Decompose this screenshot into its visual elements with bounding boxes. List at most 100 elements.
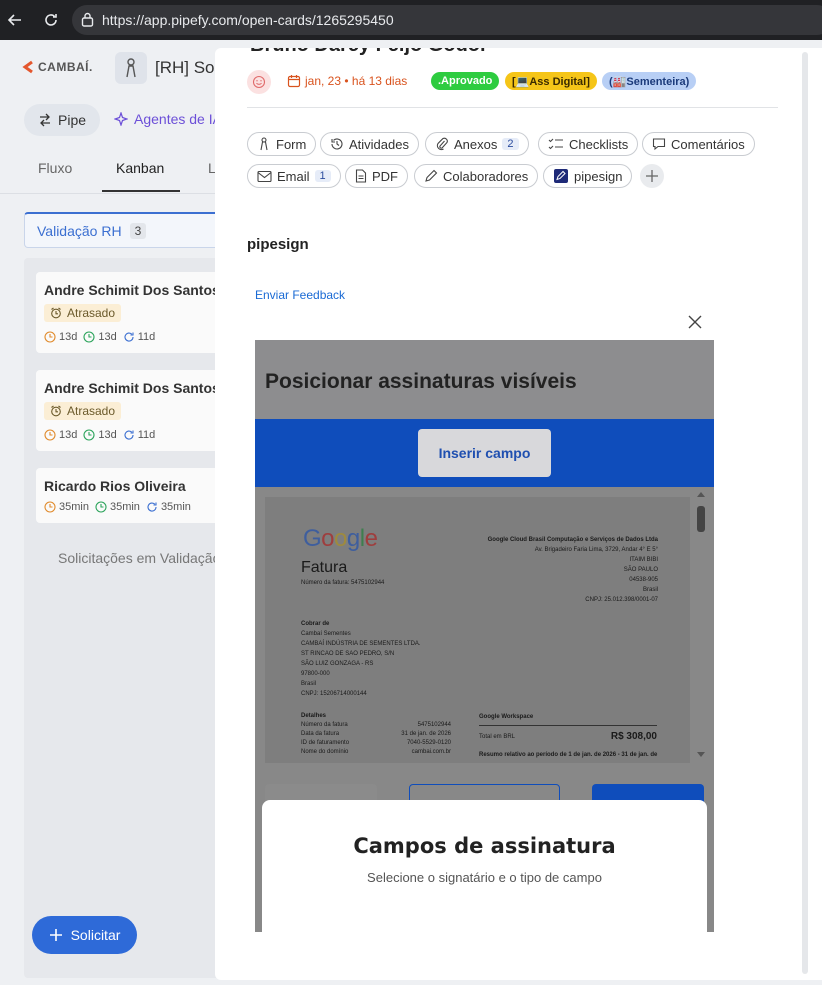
label-aprovado[interactable]: .Aprovado — [431, 72, 500, 90]
bill-line: Cambaí Sementes — [301, 631, 351, 637]
refresh-clock-icon — [147, 502, 157, 512]
due-date[interactable]: jan, 23 • há 13 dias — [287, 74, 407, 88]
bill-line: Brasil — [301, 681, 317, 687]
label-sementeira[interactable]: (🏭Sementeira) — [602, 72, 697, 90]
tab-pipesign-label: pipesign — [574, 168, 623, 184]
address-line: 04538-905 — [629, 577, 658, 583]
detail-value: 5475102944 — [417, 722, 451, 728]
tab-atividades[interactable]: Atividades — [320, 132, 419, 156]
tab-email[interactable]: Email 1 — [247, 164, 341, 188]
back-arrow-icon[interactable] — [6, 11, 24, 29]
solicitar-label: Solicitar — [70, 927, 121, 943]
bill-line: ST RINCAO DE SAO PEDRO, S/N — [301, 651, 395, 657]
plus-icon — [646, 170, 658, 182]
smiley-icon[interactable] — [247, 70, 271, 94]
time-updated: 11d — [137, 331, 156, 343]
checklist-icon — [548, 138, 563, 150]
pipe-chip-button[interactable]: Pipe — [24, 104, 101, 136]
section-title: pipesign — [247, 236, 309, 253]
total-amount: R$ 308,00 — [610, 731, 657, 742]
pipesign-frame: Posicionar assinaturas visíveis Inserir … — [255, 340, 714, 932]
reload-icon[interactable] — [42, 11, 60, 29]
time-in-pipe: 13d — [98, 429, 117, 441]
ai-agents-button[interactable]: Agentes de IA — [114, 111, 222, 127]
address-line: SÃO PAULO — [623, 567, 658, 573]
detail-key: ID de faturamento — [301, 740, 350, 746]
tab-checklists[interactable]: Checklists — [538, 132, 639, 156]
card-name: Ricardo Rios Oliveira — [44, 478, 186, 494]
card-title: Bruno Darcy Feijó Godoi — [250, 48, 486, 57]
doc-title: Fatura — [301, 559, 348, 576]
clock-icon — [44, 501, 56, 513]
tab-comentarios-label: Comentários — [671, 136, 745, 152]
lock-icon — [81, 12, 94, 30]
time-in-pipe: 35min — [109, 501, 140, 513]
company-cnpj: CNPJ: 25.012.398/0001-07 — [585, 597, 658, 603]
detail-key: Nome do domínio — [301, 749, 349, 755]
late-text: Atrasado — [67, 306, 116, 320]
tab-pdf-label: PDF — [372, 168, 398, 184]
history-icon — [331, 138, 343, 150]
signature-fields-sheet: Campos de assinatura Selecione o signatá… — [262, 800, 707, 932]
company-block: Google Cloud Brasil Computação e Serviço… — [458, 535, 658, 605]
tab-kanban[interactable]: Kanban — [116, 160, 164, 176]
time-updated: 35min — [160, 501, 191, 513]
card-times: 35min 35min 35min — [44, 501, 228, 513]
company-name: Google Cloud Brasil Computação e Serviço… — [487, 537, 658, 543]
tab-colaboradores-label: Colaboradores — [443, 168, 529, 184]
due-date-text: jan, 23 • há 13 dias — [305, 74, 408, 88]
bill-line: CNPJ: 15206714000144 — [301, 691, 367, 697]
divider — [247, 107, 778, 108]
card-times: 13d 13d 11d — [44, 331, 228, 343]
ai-agents-label: Agentes de IA — [134, 111, 222, 127]
tab-fluxo[interactable]: Fluxo — [38, 160, 72, 176]
kanban-column: Andre Schimit Dos Santos Atrasado 13d 13… — [24, 258, 236, 978]
bill-to-block: Cobrar de Cambaí Sementes CAMBAÍ INDÚSTR… — [301, 619, 421, 699]
company-logo[interactable]: CAMBAÍ. — [22, 60, 93, 74]
tab-pipesign[interactable]: pipesign — [543, 164, 633, 188]
insert-field-button[interactable]: Inserir campo — [418, 429, 551, 477]
url-text: https://app.pipefy.com/open-cards/126529… — [102, 12, 394, 28]
details-block: Detalhes Número da fatura 5475102944 Data… — [301, 712, 451, 757]
tab-form-label: Form — [276, 136, 307, 152]
card-times: 13d 13d 11d — [44, 429, 228, 441]
frame-toolbar: Inserir campo — [255, 419, 714, 487]
detail-key: Número da fatura — [301, 722, 348, 728]
active-tab-indicator — [102, 190, 180, 192]
modal-scrollbar[interactable] — [802, 52, 808, 974]
pipe-title[interactable]: [RH] Sol — [155, 58, 218, 78]
frame-title: Posicionar assinaturas visíveis — [265, 370, 577, 393]
google-logo: Google — [303, 525, 378, 552]
logo-text: CAMBAÍ. — [38, 60, 93, 74]
document-scrollbar[interactable] — [691, 490, 711, 760]
address-bar[interactable]: https://app.pipefy.com/open-cards/126529… — [72, 5, 822, 35]
pencil-icon — [425, 169, 438, 182]
solicitar-button[interactable]: Solicitar — [32, 916, 137, 954]
clock-icon — [44, 331, 56, 343]
bill-line: 97800-000 — [301, 671, 330, 677]
add-tab-button[interactable] — [640, 164, 664, 188]
kanban-card[interactable]: Andre Schimit Dos Santos Atrasado 13d 13… — [36, 272, 236, 353]
detail-key: Data da fatura — [301, 731, 340, 737]
kanban-card[interactable]: Andre Schimit Dos Santos Atrasado 13d 13… — [36, 370, 236, 451]
frame-header: Posicionar assinaturas visíveis — [255, 340, 714, 419]
column-footer-text: Solicitações em Validação — [58, 550, 221, 566]
feedback-link[interactable]: Enviar Feedback — [255, 288, 345, 302]
tab-pdf[interactable]: PDF — [345, 164, 408, 188]
tab-anexos[interactable]: Anexos 2 — [425, 132, 529, 156]
details-label: Detalhes — [301, 713, 327, 719]
phase-header[interactable]: Validação RH 3 — [24, 212, 224, 248]
tab-comentarios[interactable]: Comentários — [642, 132, 755, 156]
bill-line: CAMBAÍ INDÚSTRIA DE SEMENTES LTDA. — [301, 641, 421, 647]
label-ass-digital[interactable]: [💻Ass Digital] — [505, 72, 597, 90]
tab-email-label: Email — [277, 168, 310, 184]
tab-colaboradores[interactable]: Colaboradores — [414, 164, 539, 188]
close-icon[interactable] — [687, 314, 705, 332]
totals-block: Google Workspace Total em BRL R$ 308,00 R… — [479, 712, 657, 760]
kanban-card[interactable]: Ricardo Rios Oliveira 35min 35min 35min — [36, 468, 236, 523]
time-in-phase: 35min — [59, 501, 89, 513]
detail-value: 7040-5529-0120 — [406, 740, 451, 746]
comment-icon — [652, 138, 666, 151]
refresh-clock-icon — [124, 430, 134, 440]
tab-form[interactable]: Form — [247, 132, 317, 156]
